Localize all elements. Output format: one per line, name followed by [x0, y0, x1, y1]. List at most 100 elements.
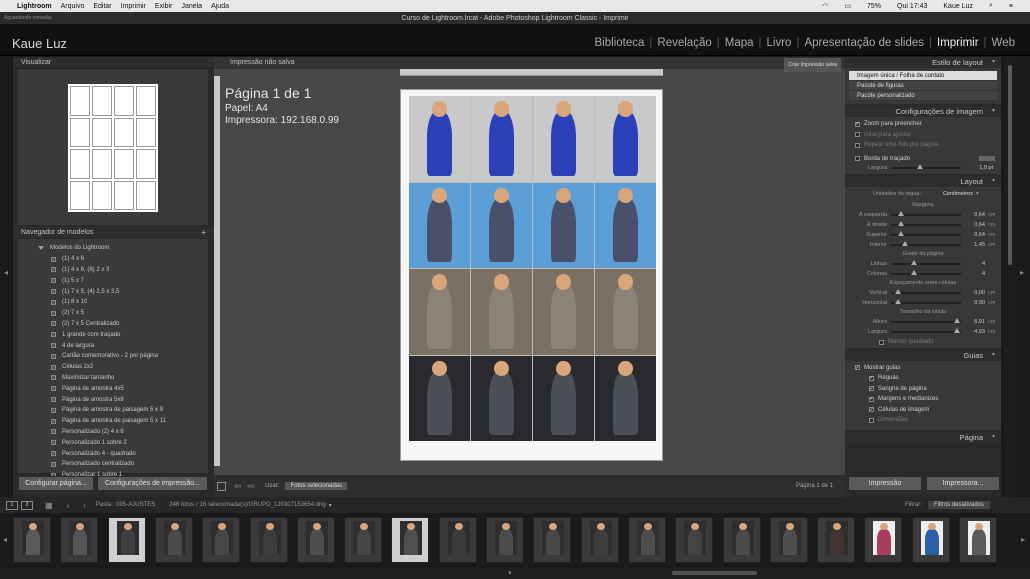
- layout-header[interactable]: Layout: [845, 176, 1001, 187]
- guide-option[interactable]: Dimensões: [845, 415, 1001, 426]
- filmstrip-thumbnail[interactable]: [722, 517, 761, 563]
- menu-lightroom[interactable]: Lightroom: [17, 3, 52, 10]
- menu-janela[interactable]: Janela: [181, 3, 202, 10]
- battery-icon[interactable]: ▭: [844, 2, 851, 10]
- template-item[interactable]: (1) 7 x 5, (4) 2,5 x 3,5: [18, 286, 208, 297]
- show-guides-row[interactable]: ✓ Mostrar guias: [845, 363, 1001, 374]
- filmstrip-thumbnail[interactable]: [391, 517, 430, 563]
- filter-select[interactable]: Filtros desativados: [927, 501, 990, 509]
- module-mapa[interactable]: Mapa: [725, 37, 754, 49]
- keep-square-row[interactable]: Manter quadrado: [845, 337, 1001, 348]
- margins-slider[interactable]: [891, 241, 961, 246]
- image-setting-row[interactable]: Girar para ajustar: [845, 130, 1001, 141]
- collapse-right-panel-icon[interactable]: ▸: [1020, 268, 1024, 277]
- filmstrip-scrollbar[interactable]: ▾: [0, 568, 1030, 579]
- photo-cell[interactable]: [409, 269, 470, 355]
- page-setup-button[interactable]: Configurar página...: [18, 476, 94, 491]
- source-label[interactable]: Pasta : 005-AJUSTES: [96, 502, 155, 508]
- template-item[interactable]: Personalizado (2) 4 x 6: [18, 427, 208, 438]
- photo-cell[interactable]: [409, 182, 470, 268]
- menu-editar[interactable]: Editar: [93, 3, 111, 10]
- photo-cell[interactable]: [595, 96, 656, 182]
- page-header[interactable]: Página: [845, 431, 1001, 443]
- forward-arrow-icon[interactable]: ›: [83, 501, 86, 510]
- template-item[interactable]: Página de amostra 4x5: [18, 383, 208, 394]
- filmstrip-scroll-right-icon[interactable]: ▸: [1021, 535, 1025, 544]
- user-name[interactable]: Kaue Luz: [943, 3, 973, 10]
- printer-button[interactable]: Impressora...: [926, 476, 1000, 491]
- module-revelacao[interactable]: Revelação: [657, 37, 711, 49]
- photo-cell[interactable]: [471, 182, 532, 268]
- photo-cell[interactable]: [533, 269, 594, 355]
- photo-cell[interactable]: [409, 96, 470, 182]
- guide-option[interactable]: ✓ Células de imagem: [845, 405, 1001, 416]
- slider-knob[interactable]: [902, 241, 908, 246]
- photo-cell[interactable]: [595, 269, 656, 355]
- stroke-width-slider[interactable]: [891, 164, 961, 169]
- template-item[interactable]: Personalizado 4 - quadrado: [18, 448, 208, 459]
- template-item[interactable]: (1) 5 x 7: [18, 275, 208, 286]
- guide-option[interactable]: ✓ Margens e medianizes: [845, 394, 1001, 405]
- menu-exibir[interactable]: Exibir: [155, 3, 173, 10]
- filmstrip-thumbnail[interactable]: [249, 517, 288, 563]
- filmstrip-thumbnail[interactable]: [107, 517, 146, 563]
- template-item[interactable]: (2) 7 x 5: [18, 308, 208, 319]
- margins-value[interactable]: 0,64: [967, 222, 985, 228]
- grid-slider[interactable]: [891, 260, 961, 265]
- template-item[interactable]: Página de amostra 5x8: [18, 394, 208, 405]
- template-item[interactable]: (1) 4 x 6, (6) 2 x 3: [18, 265, 208, 276]
- stroke-border-row[interactable]: Borda de traçado: [845, 154, 1001, 165]
- photo-cell[interactable]: [533, 355, 594, 441]
- stroke-checkbox[interactable]: [855, 156, 860, 162]
- guides-header[interactable]: Guias: [845, 349, 1001, 361]
- image-setting-checkbox[interactable]: [855, 132, 860, 138]
- image-setting-checkbox[interactable]: [855, 142, 860, 148]
- photo-cell[interactable]: [595, 355, 656, 441]
- guide-checkbox[interactable]: ✓: [869, 396, 874, 402]
- menu-ajuda[interactable]: Ajuda: [211, 3, 229, 10]
- previous-page-icon[interactable]: ⇦: [234, 481, 242, 492]
- filmstrip-thumbnail[interactable]: [817, 517, 856, 563]
- filmstrip-thumbnail[interactable]: [533, 517, 572, 563]
- image-setting-checkbox[interactable]: ✓: [855, 121, 860, 127]
- template-item[interactable]: Células 2x2: [18, 362, 208, 373]
- slider-knob[interactable]: [911, 270, 917, 275]
- module-livro[interactable]: Livro: [767, 37, 792, 49]
- guide-checkbox[interactable]: ✓: [869, 407, 874, 413]
- filmstrip-thumbnail[interactable]: [486, 517, 524, 563]
- image-setting-row[interactable]: Repetir uma foto por página: [845, 140, 1001, 151]
- keep-square-checkbox[interactable]: [879, 339, 884, 345]
- photo-cell[interactable]: [533, 182, 594, 268]
- right-panel-scrollbar[interactable]: [1005, 57, 1015, 497]
- module-web[interactable]: Web: [992, 37, 1015, 49]
- filmstrip-thumbnail[interactable]: [580, 517, 619, 563]
- photo-cell[interactable]: [471, 355, 532, 441]
- template-item[interactable]: Página de amostra de paisagem 5 x 11: [18, 416, 208, 427]
- templates-panel-header[interactable]: Navegador de modelos +: [13, 227, 214, 238]
- filmstrip-thumbnail[interactable]: [911, 517, 950, 563]
- slider-knob[interactable]: [954, 328, 960, 333]
- main-window-button[interactable]: 1: [6, 500, 18, 510]
- cellsize-slider[interactable]: [891, 328, 961, 333]
- print-button[interactable]: Impressão: [848, 476, 922, 491]
- filmstrip-thumbnail[interactable]: [202, 517, 241, 563]
- module-apresentacao[interactable]: Apresentação de slides: [804, 37, 924, 49]
- grid-slider[interactable]: [891, 270, 961, 275]
- filmstrip-thumbnail[interactable]: [60, 517, 99, 563]
- use-select[interactable]: Fotos selecionadas: [285, 482, 348, 490]
- slider-knob[interactable]: [917, 164, 923, 169]
- filmstrip-thumbnail[interactable]: [675, 517, 714, 563]
- wifi-icon[interactable]: ◠: [822, 2, 828, 10]
- photo-cell[interactable]: [595, 182, 656, 268]
- add-template-icon[interactable]: +: [201, 227, 206, 238]
- photo-cell[interactable]: [409, 355, 470, 441]
- template-item[interactable]: Cartão comemorativo - 2 por página: [18, 351, 208, 362]
- slider-knob[interactable]: [895, 299, 901, 304]
- second-window-button[interactable]: 2: [21, 500, 33, 510]
- collapse-left-panel-icon[interactable]: ◂: [4, 268, 8, 277]
- guide-checkbox[interactable]: ✓: [869, 386, 874, 392]
- clock[interactable]: Qui 17:43: [897, 3, 927, 10]
- search-icon[interactable]: ⌕: [989, 2, 993, 10]
- filmstrip-thumbnail[interactable]: [627, 517, 666, 563]
- cellsize-value[interactable]: 6,91: [967, 319, 985, 325]
